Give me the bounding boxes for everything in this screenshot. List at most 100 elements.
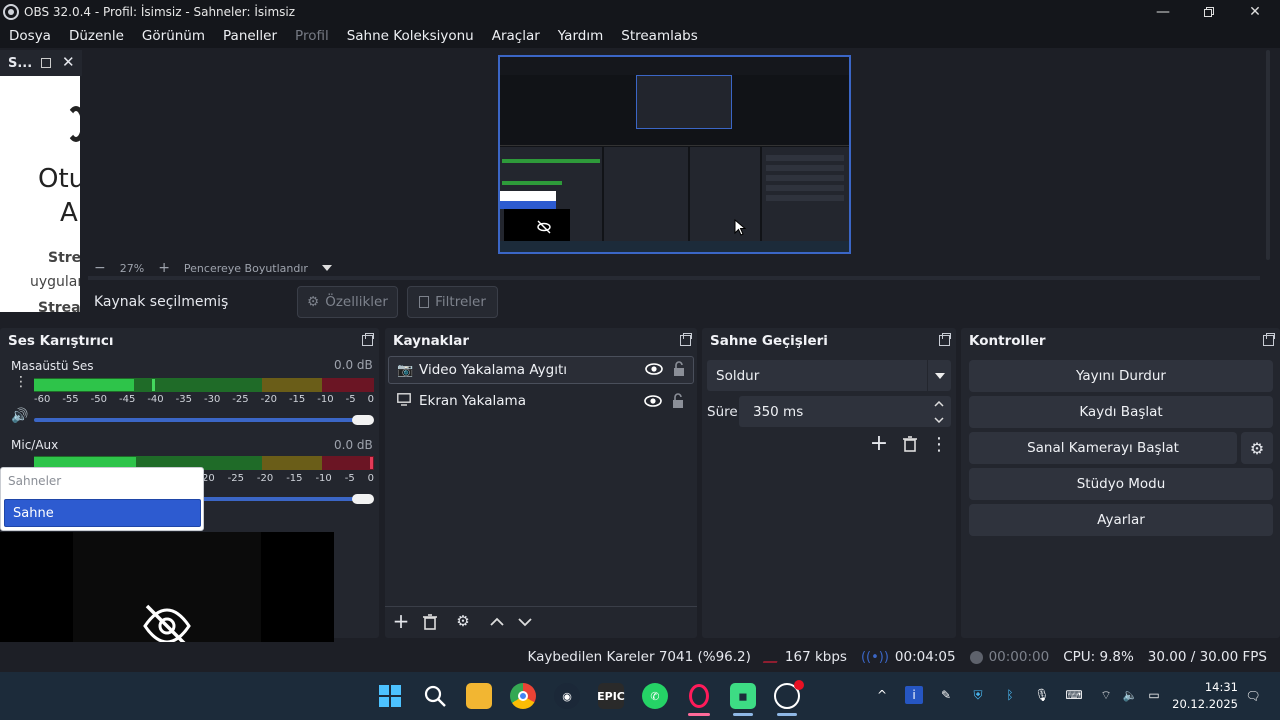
chevron-down-icon[interactable]: [927, 360, 951, 391]
menu-edit[interactable]: Düzenle: [60, 24, 133, 48]
filters-button[interactable]: Filtreler: [407, 286, 498, 318]
tray-expand-icon[interactable]: ^: [873, 686, 891, 704]
source-label: Ekran Yakalama: [419, 393, 526, 409]
add-source-button[interactable]: +: [392, 609, 410, 633]
scene-dock-header[interactable]: S... ✕: [0, 50, 82, 76]
source-label: Video Yakalama Aygıtı: [419, 362, 568, 378]
transition-menu-icon[interactable]: ⋮: [930, 434, 948, 455]
battery-icon[interactable]: ▭: [1145, 686, 1163, 704]
windows-start-icon[interactable]: [377, 683, 403, 709]
source-item-video-capture[interactable]: 📷 Video Yakalama Aygıtı: [388, 356, 694, 384]
chevron-down-icon[interactable]: [321, 265, 332, 271]
duration-input[interactable]: 350 ms: [739, 396, 951, 427]
trash-icon: [903, 436, 917, 452]
settings-button[interactable]: Ayarlar: [969, 504, 1273, 536]
steam-icon[interactable]: ◉: [554, 683, 580, 709]
minimize-button[interactable]: —: [1140, 0, 1186, 24]
stop-stream-button[interactable]: Yayını Durdur: [969, 360, 1273, 392]
float-dock-icon[interactable]: [362, 333, 374, 346]
wifi-icon[interactable]: ⌔: [1097, 686, 1115, 704]
source-item-screen-capture[interactable]: Ekran Yakalama: [388, 387, 694, 415]
bitrate-value: 167 kbps: [784, 649, 847, 665]
file-explorer-icon[interactable]: [466, 683, 492, 709]
move-down-chevron-icon[interactable]: [516, 613, 534, 631]
preview-text-line3: Strea: [48, 250, 80, 266]
opera-gx-icon[interactable]: [686, 683, 712, 709]
menu-profile: Profil: [295, 28, 329, 44]
float-dock-icon[interactable]: [1263, 333, 1275, 346]
search-icon[interactable]: [422, 683, 448, 709]
menu-docks[interactable]: Paneller: [214, 24, 286, 48]
channel-mic-volume-knob[interactable]: [352, 494, 374, 504]
visibility-eye-icon[interactable]: [644, 394, 662, 412]
remove-transition-button[interactable]: [901, 435, 919, 453]
clock-time[interactable]: 14:31: [1178, 680, 1238, 694]
stepper-down-icon[interactable]: [927, 412, 951, 427]
pen-tray-icon[interactable]: ✎: [937, 686, 955, 704]
close-window-button[interactable]: ✕: [1232, 0, 1278, 24]
android-studio-icon[interactable]: ◼: [730, 683, 756, 709]
properties-button[interactable]: ⚙ Özellikler: [297, 286, 398, 318]
zoom-out-button[interactable]: −: [94, 260, 106, 276]
channel-mic-volume-slider[interactable]: [200, 497, 364, 501]
obs-taskbar-icon[interactable]: [774, 680, 804, 709]
lock-icon[interactable]: [672, 393, 684, 413]
studio-mode-button[interactable]: Stüdyo Modu: [969, 468, 1273, 500]
speaker-icon[interactable]: 🔊: [11, 408, 28, 424]
transition-type-select[interactable]: Soldur: [707, 360, 951, 391]
remove-source-button[interactable]: [421, 613, 439, 631]
clock-date[interactable]: 20.12.2025: [1170, 697, 1238, 711]
channel-desktop-volume-slider[interactable]: [34, 418, 364, 422]
lock-icon[interactable]: [673, 361, 685, 381]
mini-sources: [604, 147, 688, 251]
scene-dock-preview: Otu A Strea uygular Strea: [0, 76, 80, 312]
volume-icon[interactable]: 🔈: [1121, 686, 1139, 704]
channel-menu-icon[interactable]: ⋮: [14, 375, 28, 399]
float-dock-icon[interactable]: [939, 333, 951, 346]
duration-value: 350 ms: [753, 403, 804, 420]
menu-tools[interactable]: Araçlar: [483, 24, 549, 48]
maximize-button[interactable]: [1186, 0, 1232, 24]
channel-mic-name: Mic/Aux: [11, 438, 59, 452]
whatsapp-icon[interactable]: ✆: [642, 683, 668, 709]
menu-bar: Dosya Düzenle Görünüm Paneller Profil Sa…: [0, 24, 1280, 48]
defender-shield-icon[interactable]: ⛨: [969, 686, 987, 704]
stream-wave-icon: ((•)): [860, 649, 889, 665]
channel-desktop-volume-knob[interactable]: [352, 415, 374, 425]
virtual-camera-settings-gear-icon[interactable]: ⚙: [1241, 432, 1273, 464]
scene-transitions-header: Sahne Geçişleri: [702, 328, 956, 354]
chrome-icon[interactable]: [510, 683, 536, 709]
stepper-up-icon[interactable]: [927, 396, 951, 411]
preview-vertical-scrollbar[interactable]: [1262, 50, 1274, 260]
zoom-in-button[interactable]: +: [158, 260, 170, 276]
preview-horizontal-scrollbar[interactable]: [88, 276, 1260, 280]
close-dock-icon[interactable]: ✕: [62, 53, 75, 71]
title-bar: OBS 32.0.4 - Profil: İsimsiz - Sahneler:…: [0, 0, 1280, 24]
fit-to-window-label[interactable]: Pencereye Boyutlandır: [184, 262, 308, 275]
epic-games-icon[interactable]: EPIC: [597, 683, 625, 709]
scene-item-selected[interactable]: Sahne: [4, 499, 201, 527]
source-properties-gear-icon[interactable]: ⚙: [454, 612, 472, 630]
menu-help[interactable]: Yardım: [549, 24, 612, 48]
channel-mic-ticks: 20 -25 -20 -15 -10 -5 0: [202, 473, 374, 484]
menu-file[interactable]: Dosya: [0, 24, 60, 48]
channel-desktop-peak: [152, 379, 155, 391]
status-bar: Kaybedilen Kareler 7041 (%96.2) 167 kbps…: [0, 642, 1280, 672]
add-transition-button[interactable]: +: [868, 431, 890, 456]
start-virtual-camera-button[interactable]: Sanal Kamerayı Başlat: [969, 432, 1237, 464]
preview-canvas[interactable]: [498, 55, 851, 254]
bluetooth-icon[interactable]: ᛒ: [1001, 686, 1019, 704]
notification-icon[interactable]: 🗨: [1244, 687, 1262, 705]
menu-view[interactable]: Görünüm: [133, 24, 214, 48]
info-tray-icon[interactable]: i: [905, 686, 923, 704]
start-recording-button[interactable]: Kaydı Başlat: [969, 396, 1273, 428]
keyboard-icon[interactable]: ⌨: [1065, 686, 1083, 704]
float-dock-icon[interactable]: [680, 333, 692, 346]
controls-title: Kontroller: [969, 333, 1046, 349]
microphone-icon[interactable]: 🎙: [1033, 686, 1051, 704]
visibility-eye-icon[interactable]: [645, 362, 663, 380]
float-dock-icon[interactable]: [41, 58, 51, 68]
menu-streamlabs[interactable]: Streamlabs: [612, 24, 706, 48]
menu-scene-collection[interactable]: Sahne Koleksiyonu: [338, 24, 483, 48]
move-up-chevron-icon[interactable]: [488, 613, 506, 631]
